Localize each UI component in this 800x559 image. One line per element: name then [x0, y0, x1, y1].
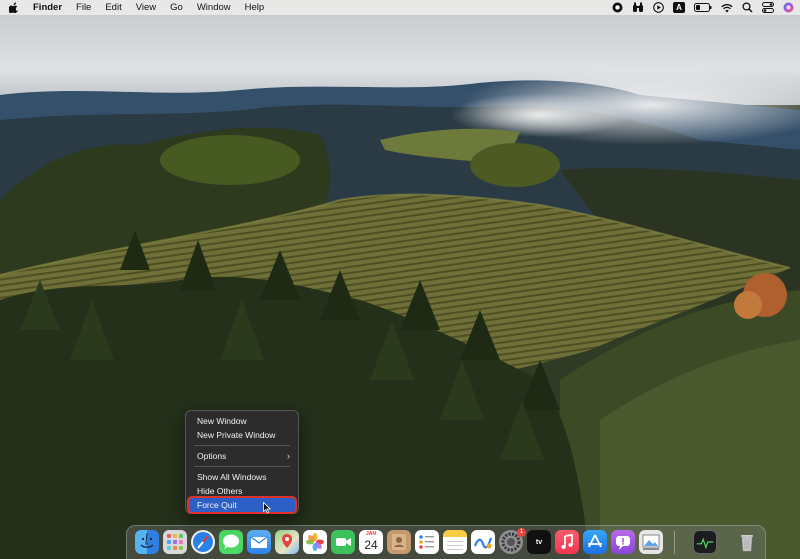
menu-go[interactable]: Go: [163, 0, 190, 15]
dock-activity-monitor-icon[interactable]: [693, 530, 717, 554]
siri-icon[interactable]: [783, 0, 794, 15]
binoculars-icon[interactable]: [632, 0, 644, 15]
menu-window[interactable]: Window: [190, 0, 238, 15]
menu-item-show-all-windows[interactable]: Show All Windows: [189, 470, 295, 484]
menu-item-force-quit[interactable]: Force Quit: [187, 496, 297, 514]
control-center-icon[interactable]: [762, 0, 774, 15]
dock-finder-icon[interactable]: [135, 530, 159, 554]
menu-separator: [194, 445, 290, 446]
dock-safari-icon[interactable]: [191, 530, 215, 554]
status-menu-area: A: [612, 0, 794, 15]
dock-separator: [674, 531, 675, 554]
apple-menu-icon[interactable]: [7, 1, 20, 14]
dock-trash-icon[interactable]: [735, 530, 759, 554]
menu-item-hide-others[interactable]: Hide Others: [189, 484, 295, 498]
chevron-right-icon: ›: [287, 451, 290, 461]
calendar-month: JAN: [365, 531, 376, 537]
menu-edit[interactable]: Edit: [98, 0, 128, 15]
notification-badge: 1: [517, 528, 526, 537]
dock: JAN 24 1 tv: [126, 525, 766, 559]
dock-music-icon[interactable]: [555, 530, 579, 554]
dock-feedback-assistant-icon[interactable]: [611, 530, 635, 554]
dock-reminders-icon[interactable]: [415, 530, 439, 554]
calendar-day: 24: [364, 538, 378, 552]
text-input-icon[interactable]: A: [673, 0, 685, 15]
menu-item-label: Hide Others: [197, 486, 243, 496]
search-icon[interactable]: [742, 0, 753, 15]
tv-label: tv: [535, 538, 543, 546]
dock-system-settings-icon[interactable]: 1: [499, 528, 526, 554]
dock-tv-icon[interactable]: tv: [527, 530, 551, 554]
dock-context-menu: New Window New Private Window Options › …: [185, 410, 299, 514]
dock-contacts-icon[interactable]: [387, 530, 411, 554]
dock-mail-icon[interactable]: [247, 530, 271, 554]
dock-notes-icon[interactable]: [443, 530, 467, 554]
menu-item-new-private-window[interactable]: New Private Window: [189, 428, 295, 442]
menu-bar: Finder File Edit View Go Window Help A: [0, 0, 800, 15]
battery-icon[interactable]: [694, 0, 712, 15]
dock-calendar-icon[interactable]: JAN 24: [359, 530, 383, 554]
menu-item-label: Show All Windows: [197, 472, 267, 482]
menu-item-label: New Window: [197, 416, 247, 426]
dock-preview-icon[interactable]: [639, 530, 663, 554]
menu-item-label: Options: [197, 451, 227, 461]
menu-item-new-window[interactable]: New Window: [189, 414, 295, 428]
dock-messages-icon[interactable]: [219, 530, 243, 554]
menu-help[interactable]: Help: [238, 0, 272, 15]
menu-file[interactable]: File: [69, 0, 98, 15]
menu-item-label: Force Quit: [197, 500, 237, 510]
dock-freeform-icon[interactable]: [471, 530, 495, 554]
dock-photos-icon[interactable]: [303, 530, 327, 554]
menu-app-name[interactable]: Finder: [29, 0, 69, 15]
dock-app-store-icon[interactable]: [583, 530, 607, 554]
record-icon[interactable]: [612, 0, 623, 15]
menu-view[interactable]: View: [129, 0, 163, 15]
menu-item-options[interactable]: Options ›: [189, 449, 295, 463]
dock-launchpad-icon[interactable]: [163, 530, 187, 554]
desktop-wallpaper: [0, 0, 800, 559]
menu-item-label: New Private Window: [197, 430, 276, 440]
dock-facetime-icon[interactable]: [331, 530, 355, 554]
input-source-label: A: [673, 2, 685, 13]
mouse-cursor-icon: [263, 501, 272, 519]
menu-separator: [194, 466, 290, 467]
play-icon[interactable]: [653, 0, 664, 15]
dock-maps-icon[interactable]: [275, 530, 299, 554]
wifi-icon[interactable]: [721, 0, 733, 15]
